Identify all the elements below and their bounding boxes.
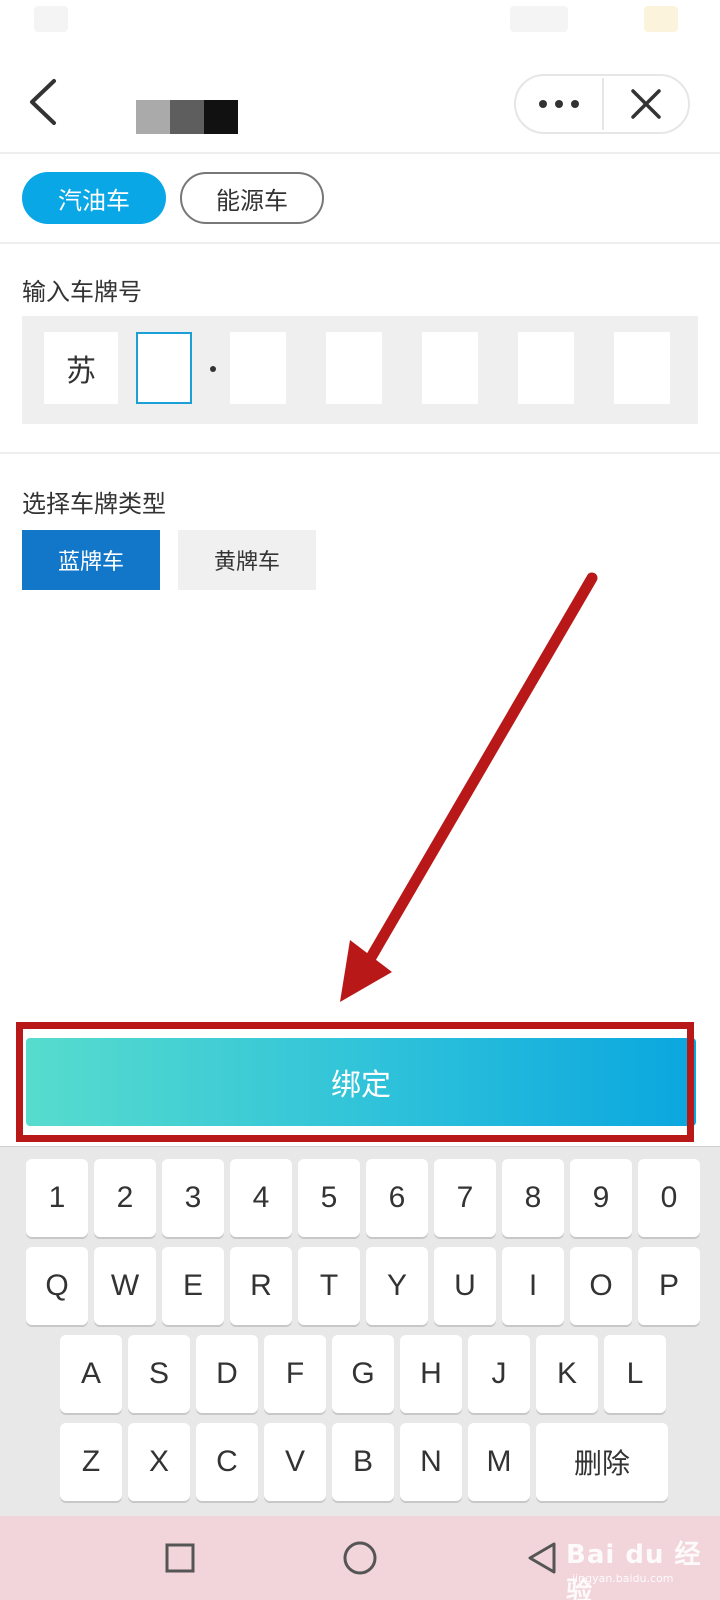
key-m[interactable]: M bbox=[468, 1423, 530, 1501]
system-nav-bar: Bai du 经验 jingyan.baidu.com bbox=[0, 1516, 720, 1600]
key-b[interactable]: B bbox=[332, 1423, 394, 1501]
more-button[interactable] bbox=[516, 76, 602, 132]
square-icon bbox=[165, 1543, 195, 1573]
dot bbox=[571, 100, 579, 108]
title-mosaic-block bbox=[204, 100, 238, 134]
key-7[interactable]: 7 bbox=[434, 1159, 496, 1237]
plate-type-label: 选择车牌类型 bbox=[22, 490, 166, 518]
key-3[interactable]: 3 bbox=[162, 1159, 224, 1237]
vehicle-type-new-energy[interactable]: 能源车 bbox=[180, 172, 324, 224]
key-d[interactable]: D bbox=[196, 1335, 258, 1413]
plate-keyboard: 1 2 3 4 5 6 7 8 9 0 Q W E R T Y U I O P … bbox=[0, 1146, 720, 1516]
status-blob bbox=[510, 6, 568, 32]
plate-cell-2[interactable] bbox=[136, 332, 192, 404]
key-r[interactable]: R bbox=[230, 1247, 292, 1325]
mini-program-capsule bbox=[514, 74, 690, 134]
plate-input-label: 输入车牌号 bbox=[22, 278, 142, 306]
status-blob bbox=[644, 6, 678, 32]
key-h[interactable]: H bbox=[400, 1335, 462, 1413]
title-mosaic-block bbox=[136, 100, 170, 134]
key-1[interactable]: 1 bbox=[26, 1159, 88, 1237]
annotation-highlight-box bbox=[16, 1022, 694, 1142]
page-title-obscured bbox=[136, 100, 238, 134]
key-8[interactable]: 8 bbox=[502, 1159, 564, 1237]
close-icon bbox=[631, 89, 661, 119]
key-i[interactable]: I bbox=[502, 1247, 564, 1325]
key-e[interactable]: E bbox=[162, 1247, 224, 1325]
key-j[interactable]: J bbox=[468, 1335, 530, 1413]
key-5[interactable]: 5 bbox=[298, 1159, 360, 1237]
key-z[interactable]: Z bbox=[60, 1423, 122, 1501]
back-button[interactable] bbox=[18, 74, 68, 130]
key-k[interactable]: K bbox=[536, 1335, 598, 1413]
plate-type-yellow[interactable]: 黄牌车 bbox=[178, 530, 316, 590]
key-w[interactable]: W bbox=[94, 1247, 156, 1325]
title-mosaic-block bbox=[170, 100, 204, 134]
watermark-url: jingyan.baidu.com bbox=[572, 1572, 674, 1585]
key-6[interactable]: 6 bbox=[366, 1159, 428, 1237]
plate-type-blue[interactable]: 蓝牌车 bbox=[22, 530, 160, 590]
chevron-left-icon bbox=[30, 79, 56, 125]
plate-separator-dot bbox=[210, 366, 216, 372]
key-0[interactable]: 0 bbox=[638, 1159, 700, 1237]
dot bbox=[555, 100, 563, 108]
plate-cell-province[interactable]: 苏 bbox=[44, 332, 118, 404]
key-s[interactable]: S bbox=[128, 1335, 190, 1413]
triangle-back-icon bbox=[528, 1542, 556, 1574]
status-bar bbox=[0, 0, 720, 40]
key-u[interactable]: U bbox=[434, 1247, 496, 1325]
key-c[interactable]: C bbox=[196, 1423, 258, 1501]
key-4[interactable]: 4 bbox=[230, 1159, 292, 1237]
key-f[interactable]: F bbox=[264, 1335, 326, 1413]
plate-cell-6[interactable] bbox=[518, 332, 574, 404]
close-button[interactable] bbox=[604, 76, 688, 132]
plate-cell-5[interactable] bbox=[422, 332, 478, 404]
key-p[interactable]: P bbox=[638, 1247, 700, 1325]
key-g[interactable]: G bbox=[332, 1335, 394, 1413]
key-a[interactable]: A bbox=[60, 1335, 122, 1413]
top-nav bbox=[0, 60, 720, 150]
divider bbox=[0, 242, 720, 244]
plate-cell-4[interactable] bbox=[326, 332, 382, 404]
plate-input-box: 苏 bbox=[22, 316, 698, 424]
key-x[interactable]: X bbox=[128, 1423, 190, 1501]
key-v[interactable]: V bbox=[264, 1423, 326, 1501]
key-q[interactable]: Q bbox=[26, 1247, 88, 1325]
key-o[interactable]: O bbox=[570, 1247, 632, 1325]
key-9[interactable]: 9 bbox=[570, 1159, 632, 1237]
key-t[interactable]: T bbox=[298, 1247, 360, 1325]
recent-apps-button[interactable] bbox=[158, 1536, 202, 1580]
key-y[interactable]: Y bbox=[366, 1247, 428, 1325]
status-blob bbox=[34, 6, 68, 32]
key-2[interactable]: 2 bbox=[94, 1159, 156, 1237]
back-nav-button[interactable] bbox=[520, 1536, 564, 1580]
divider bbox=[0, 152, 720, 154]
vehicle-type-gasoline[interactable]: 汽油车 bbox=[22, 172, 166, 224]
home-button[interactable] bbox=[338, 1536, 382, 1580]
circle-icon bbox=[343, 1541, 377, 1575]
divider bbox=[0, 452, 720, 454]
key-l[interactable]: L bbox=[604, 1335, 666, 1413]
more-horizontal-icon bbox=[539, 100, 547, 108]
plate-cell-7[interactable] bbox=[614, 332, 670, 404]
key-n[interactable]: N bbox=[400, 1423, 462, 1501]
plate-cell-3[interactable] bbox=[230, 332, 286, 404]
watermark-logo: Bai du 经验 bbox=[566, 1540, 702, 1600]
delete-key[interactable]: 删除 bbox=[536, 1423, 668, 1501]
